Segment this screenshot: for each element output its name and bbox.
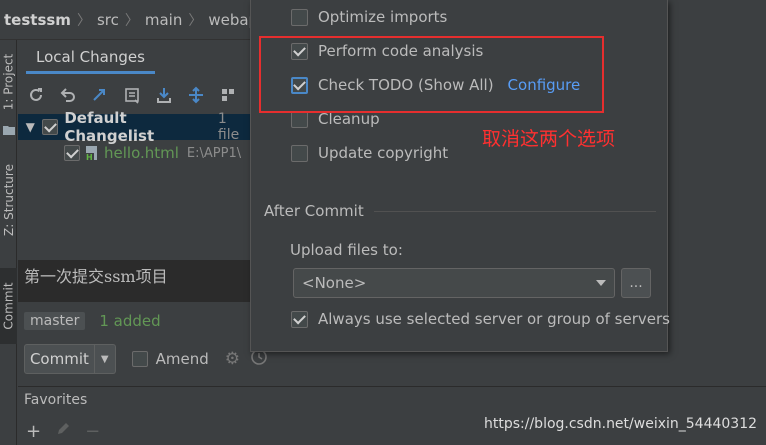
- commit-tab-row: Local Changes: [18, 44, 250, 74]
- commit-message-area[interactable]: 第一次提交ssm项目: [18, 260, 268, 302]
- commit-actions: Commit ▼ Amend ⚙: [18, 343, 268, 375]
- file-row[interactable]: H hello.html E:\APP1\: [18, 140, 250, 166]
- cleanup-checkbox[interactable]: [291, 110, 308, 128]
- optimize-imports-label: Optimize imports: [318, 8, 448, 26]
- rollback-icon[interactable]: [56, 83, 80, 107]
- added-count: 1 added: [99, 312, 161, 330]
- changes-tree: ▼ Default Changelist 1 file H hello.html…: [18, 109, 250, 260]
- always-use-server-label: Always use selected server or group of s…: [318, 310, 670, 328]
- update-icon[interactable]: [88, 83, 112, 107]
- tab-local-changes[interactable]: Local Changes: [26, 48, 155, 74]
- changes-toolbar: [18, 80, 250, 110]
- commit-message-text: 第一次提交ssm项目: [24, 267, 168, 286]
- gear-icon[interactable]: ⚙: [225, 349, 240, 369]
- favorites-toolbar: + −: [26, 421, 100, 442]
- file-checkbox[interactable]: [64, 145, 80, 161]
- svg-text:H: H: [86, 153, 93, 161]
- chevron-right-icon: 〉: [76, 12, 91, 29]
- after-commit-title: After Commit: [264, 202, 364, 220]
- upload-label: Upload files to:: [290, 241, 403, 259]
- watermark: https://blog.csdn.net/weixin_54440312: [484, 416, 758, 432]
- changelist-count: 1 file: [217, 111, 240, 143]
- file-path: E:\APP1\: [186, 145, 242, 161]
- option-optimize-imports[interactable]: Optimize imports: [291, 8, 447, 26]
- annotation-note: 取消这两个选项: [482, 128, 616, 150]
- update-copyright-label: Update copyright: [318, 144, 449, 162]
- amend-checkbox-row[interactable]: Amend: [131, 350, 209, 368]
- branch-row: master 1 added: [18, 306, 268, 336]
- commit-dropdown-button[interactable]: ▼: [94, 344, 116, 374]
- optimize-imports-checkbox[interactable]: [291, 8, 308, 26]
- browse-servers-button[interactable]: ...: [621, 268, 651, 298]
- after-commit-header: After Commit: [264, 202, 656, 220]
- chevron-down-icon: ▼: [100, 353, 109, 365]
- shelve-icon[interactable]: [152, 83, 176, 107]
- refresh-icon[interactable]: [24, 83, 48, 107]
- expand-triangle-icon[interactable]: ▼: [20, 120, 40, 134]
- favorites-title: Favorites: [24, 392, 88, 408]
- annotation-highlight-box: [259, 36, 604, 113]
- folder-icon: [0, 122, 17, 138]
- html-file-icon: H: [84, 145, 100, 162]
- always-use-server-checkbox[interactable]: [291, 310, 308, 328]
- add-icon[interactable]: +: [26, 421, 41, 442]
- chevron-right-icon: 〉: [124, 12, 139, 29]
- breadcrumb-project[interactable]: testssm: [4, 11, 71, 29]
- amend-checkbox[interactable]: [131, 351, 148, 367]
- option-always-use-server[interactable]: Always use selected server or group of s…: [291, 310, 670, 328]
- server-select-value: <None>: [302, 274, 367, 292]
- server-select[interactable]: <None>: [293, 268, 615, 298]
- side-tab-project[interactable]: 1: Project: [0, 42, 17, 122]
- changelist-row[interactable]: ▼ Default Changelist 1 file: [18, 109, 250, 145]
- remove-icon[interactable]: −: [85, 421, 100, 442]
- dropdown-arrow-icon: [596, 280, 606, 286]
- editor-background: [668, 0, 766, 386]
- move-changes-icon[interactable]: [184, 83, 208, 107]
- breadcrumb: testssm 〉 src 〉 main 〉 webapp: [0, 0, 268, 40]
- chevron-right-icon: 〉: [188, 12, 203, 29]
- breadcrumb-src[interactable]: src: [97, 11, 119, 29]
- option-update-copyright[interactable]: Update copyright: [291, 144, 448, 162]
- changelist-checkbox[interactable]: [42, 119, 59, 135]
- tool-window-strip: 1: Project Z: Structure Commit: [0, 40, 17, 445]
- breadcrumb-main[interactable]: main: [145, 11, 182, 29]
- edit-icon[interactable]: [55, 421, 71, 442]
- group-by-icon[interactable]: [216, 83, 240, 107]
- amend-label: Amend: [155, 350, 209, 368]
- side-tab-commit[interactable]: Commit: [0, 268, 17, 344]
- update-copyright-checkbox[interactable]: [291, 144, 308, 162]
- file-name: hello.html: [104, 144, 179, 162]
- branch-badge: master: [24, 312, 86, 330]
- commit-button[interactable]: Commit: [24, 344, 95, 374]
- show-diff-icon[interactable]: [120, 83, 144, 107]
- separator-line: [373, 210, 656, 212]
- side-tab-structure[interactable]: Z: Structure: [0, 150, 17, 250]
